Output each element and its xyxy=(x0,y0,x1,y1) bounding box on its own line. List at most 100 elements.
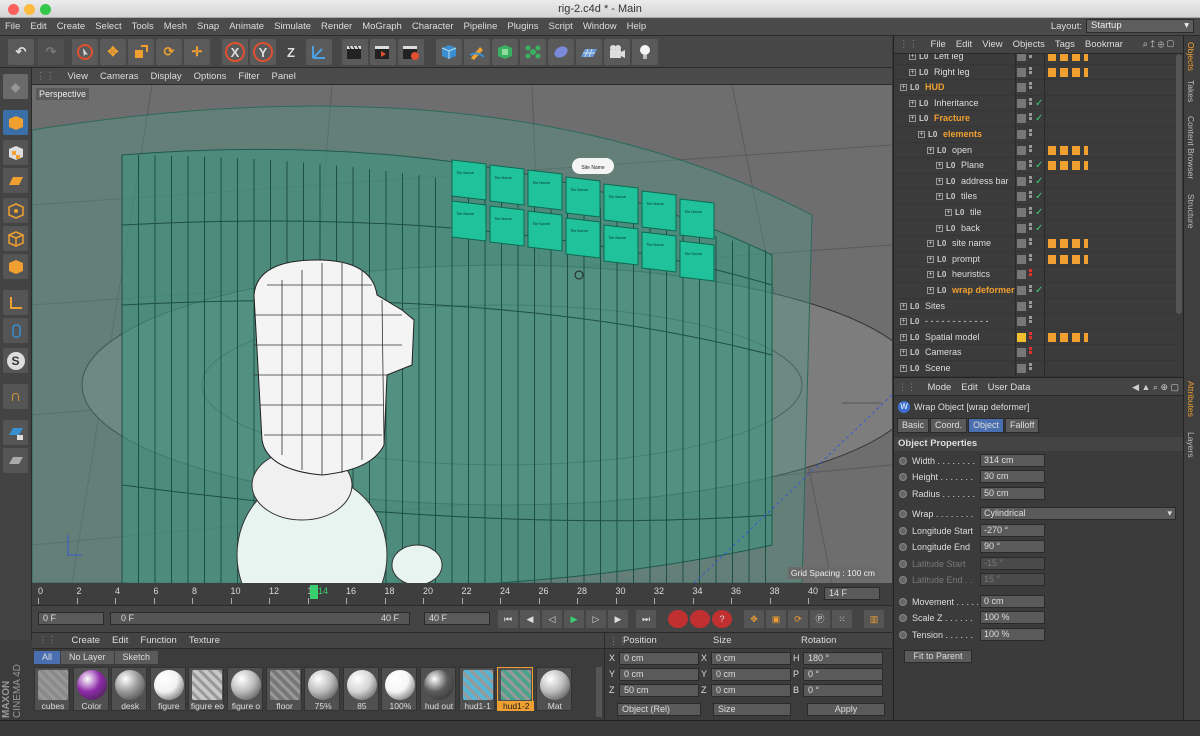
layer-swatch[interactable] xyxy=(1017,67,1026,77)
expand-icon[interactable]: + xyxy=(927,271,934,279)
autokey-button[interactable] xyxy=(690,610,710,628)
object-menu-edit[interactable]: Edit xyxy=(951,36,977,54)
coord-value-field[interactable]: 50 cm xyxy=(619,684,699,697)
workplane-mode-button[interactable] xyxy=(3,168,28,193)
menu-window[interactable]: Window xyxy=(578,18,622,35)
attr-value-field[interactable]: -270 ° xyxy=(980,524,1045,537)
fit-to-parent-button[interactable]: Fit to Parent xyxy=(904,650,972,663)
play-button[interactable]: ▶ xyxy=(564,610,584,628)
axis-mode-button[interactable] xyxy=(3,290,28,315)
material-swatch[interactable]: cubes xyxy=(34,667,70,711)
layer-swatch[interactable] xyxy=(1017,145,1026,155)
expand-icon[interactable]: + xyxy=(900,302,907,310)
live-selection-button[interactable] xyxy=(72,39,98,65)
material-swatch[interactable]: figure o xyxy=(227,667,263,711)
object-menu-view[interactable]: View xyxy=(977,36,1007,54)
object-row[interactable]: + L0 Left leg xyxy=(894,54,1178,65)
visibility-dots[interactable] xyxy=(1029,113,1032,124)
attr-menu-user-data[interactable]: User Data xyxy=(983,379,1036,397)
material-menu-texture[interactable]: Texture xyxy=(183,633,226,649)
menu-help[interactable]: Help xyxy=(622,18,652,35)
menu-file[interactable]: File xyxy=(0,18,25,35)
current-frame-field[interactable]: 14 F xyxy=(824,587,880,600)
coord-value-field[interactable]: 0 cm xyxy=(619,652,699,665)
material-swatch[interactable]: Color xyxy=(72,667,109,711)
mograph-cloner-button[interactable] xyxy=(520,39,546,65)
material-menu-edit[interactable]: Edit xyxy=(106,633,134,649)
object-row[interactable]: + L0 heuristics xyxy=(894,267,1178,283)
object-row[interactable]: + L0 - - - - - - - - - - - - xyxy=(894,314,1178,330)
visibility-dots[interactable] xyxy=(1029,97,1032,109)
animate-bullet-icon[interactable] xyxy=(899,473,907,482)
object-row[interactable]: + L0 Plane ✓ xyxy=(894,158,1178,174)
check-icon[interactable]: ✓ xyxy=(1035,283,1043,298)
menu-edit[interactable]: Edit xyxy=(25,18,51,35)
menu-script[interactable]: Script xyxy=(544,18,578,35)
menu-render[interactable]: Render xyxy=(316,18,357,35)
subdivision-button[interactable] xyxy=(492,39,518,65)
minimize-window-button[interactable] xyxy=(24,4,35,15)
object-row[interactable]: + L0 Fracture ✓ xyxy=(894,111,1178,127)
layer-swatch[interactable] xyxy=(1017,208,1026,217)
check-icon[interactable]: ✓ xyxy=(1035,189,1043,204)
layer-swatch[interactable] xyxy=(1017,301,1026,311)
close-window-button[interactable] xyxy=(8,4,19,15)
layer-swatch[interactable] xyxy=(1017,364,1026,373)
material-swatch[interactable]: 75% xyxy=(304,667,341,711)
expand-icon[interactable]: + xyxy=(900,349,907,357)
menu-create[interactable]: Create xyxy=(52,18,91,35)
check-icon[interactable]: ✓ xyxy=(1035,96,1043,111)
visibility-dots[interactable] xyxy=(1029,175,1032,187)
side-tab-attributes[interactable]: Attributes xyxy=(1186,381,1196,417)
menu-animate[interactable]: Animate xyxy=(224,18,269,35)
animate-bullet-icon[interactable] xyxy=(899,630,907,639)
menu-pipeline[interactable]: Pipeline xyxy=(459,18,503,35)
expand-icon[interactable]: + xyxy=(936,193,943,201)
animate-bullet-icon[interactable] xyxy=(899,510,907,518)
visibility-dots[interactable] xyxy=(1029,238,1032,249)
floor-object-button[interactable] xyxy=(576,39,602,65)
key-position-button[interactable]: ✥ xyxy=(744,610,764,628)
layer-swatch[interactable] xyxy=(1017,317,1026,327)
expand-icon[interactable]: + xyxy=(900,365,907,372)
visibility-dots[interactable] xyxy=(1029,253,1032,265)
object-menu-tags[interactable]: Tags xyxy=(1050,36,1080,54)
object-row[interactable]: + L0 prompt xyxy=(894,251,1178,268)
layer-swatch[interactable] xyxy=(1017,54,1026,61)
side-tab-objects[interactable]: Objects xyxy=(1186,42,1196,71)
check-icon[interactable]: ✓ xyxy=(1035,174,1043,189)
expand-icon[interactable]: + xyxy=(918,131,925,138)
size-mode-dropdown[interactable]: Size xyxy=(713,703,791,716)
expand-icon[interactable]: + xyxy=(900,333,907,341)
object-menu-file[interactable]: File xyxy=(926,36,951,54)
object-row[interactable]: + L0 Spatial model xyxy=(894,329,1178,346)
object-row[interactable]: + L0 tile ✓ xyxy=(894,205,1178,221)
attr-value-field[interactable]: 100 % xyxy=(980,611,1045,625)
viewport-menu-options[interactable]: Options xyxy=(188,68,233,85)
visibility-dots[interactable] xyxy=(1029,191,1032,202)
layer-swatch[interactable] xyxy=(1017,192,1026,202)
visibility-dots[interactable] xyxy=(1029,363,1032,374)
expand-icon[interactable]: + xyxy=(927,240,934,248)
object-row[interactable]: + L0 elements xyxy=(894,127,1178,143)
attr-value-field[interactable]: 30 cm xyxy=(980,470,1045,484)
expand-icon[interactable]: + xyxy=(900,318,907,326)
menu-simulate[interactable]: Simulate xyxy=(269,18,316,35)
lock-workplane-button[interactable] xyxy=(3,420,28,445)
tag-icons[interactable] xyxy=(1048,254,1088,264)
material-swatch[interactable]: figure eo xyxy=(188,667,225,711)
viewport-menu-display[interactable]: Display xyxy=(144,68,187,85)
attr-value-field[interactable]: 100 % xyxy=(980,627,1045,641)
visibility-dots[interactable] xyxy=(1029,269,1032,280)
visibility-dots[interactable] xyxy=(1029,144,1032,156)
texture-mode-button[interactable] xyxy=(3,140,28,165)
visibility-dots[interactable] xyxy=(1029,207,1032,218)
layout-dropdown[interactable]: Startup ▾ xyxy=(1086,19,1194,33)
cube-primitive-button[interactable] xyxy=(436,39,462,65)
object-row[interactable]: + L0 Cameras xyxy=(894,345,1178,361)
material-filter-sketch[interactable]: Sketch xyxy=(114,651,159,664)
animate-bullet-icon[interactable] xyxy=(899,457,907,465)
deformer-button[interactable] xyxy=(548,39,574,65)
object-row[interactable]: + L0 address bar ✓ xyxy=(894,173,1178,190)
object-row[interactable]: + L0 wrap deformer ✓ xyxy=(894,283,1178,299)
